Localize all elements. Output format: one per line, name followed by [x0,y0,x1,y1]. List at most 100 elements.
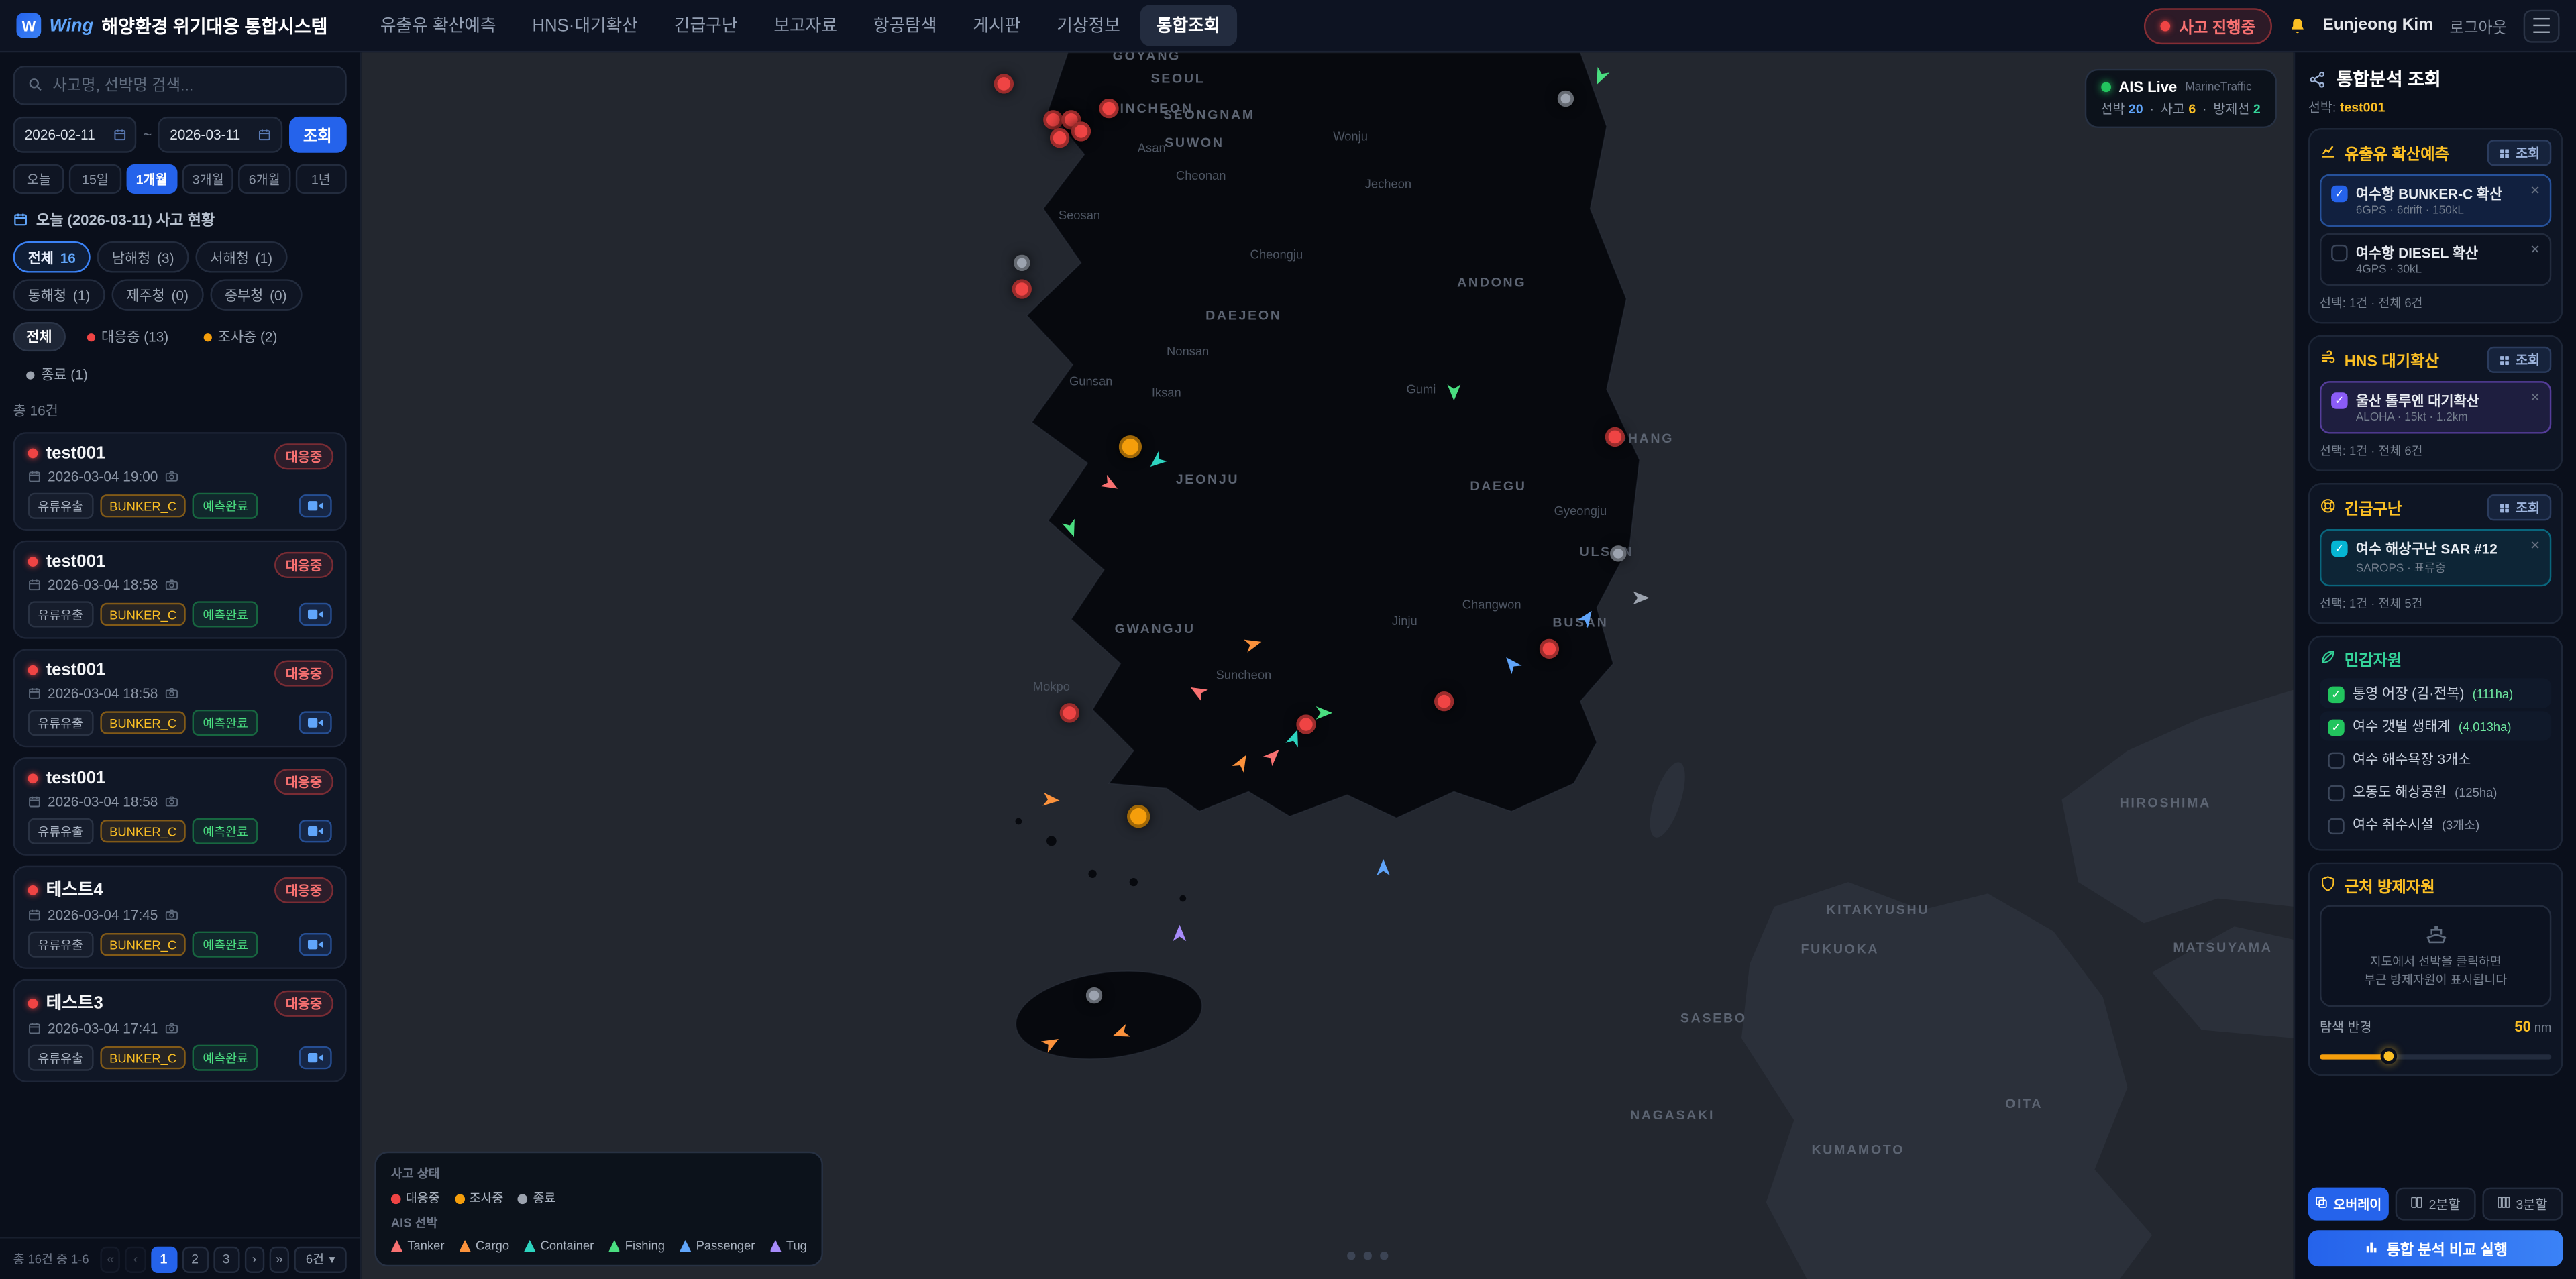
range-button[interactable]: 오늘 [13,164,65,194]
ais-ship-tug[interactable] [1172,925,1187,941]
incident-marker-active[interactable] [1296,714,1316,734]
region-filter-chip[interactable]: 서해청(1) [195,241,287,273]
view-button[interactable]: 3분할 [2482,1188,2563,1221]
ais-ship-tanker[interactable] [1099,474,1121,495]
page-button[interactable]: 2 [182,1246,208,1272]
ais-ship-fishing[interactable] [1590,66,1610,88]
incident-marker-active[interactable] [1434,691,1454,711]
analysis-item[interactable]: ✓울산 톨루엔 대기확산ALOHA · 15kt · 1.2km× [2320,381,2551,433]
incident-marker-survey[interactable] [1119,435,1142,458]
notification-bell-icon[interactable] [2288,15,2306,35]
nav-item[interactable]: 항공탐색 [857,5,953,46]
checkbox[interactable]: ✓ [2328,718,2344,734]
incident-marker-active[interactable] [1043,110,1063,129]
view-button[interactable]: 2분할 [2396,1188,2476,1221]
checkbox[interactable] [2331,245,2347,261]
incident-card[interactable]: 대응중 테스트3 2026-03-04 17:41 유류유출BUNKER_C예측… [13,979,347,1082]
close-icon[interactable]: × [2530,391,2540,407]
menu-button[interactable] [2524,9,2560,42]
spill-query-button[interactable]: 조회 [2487,140,2551,166]
resource-item[interactable]: ✓통영 어장 (김·전복)(111ha) [2320,678,2551,708]
checkbox[interactable]: ✓ [2331,541,2347,557]
checkbox[interactable] [2328,817,2344,833]
radius-slider[interactable] [2320,1047,2551,1063]
incident-card[interactable]: 대응중 test001 2026-03-04 18:58 유류유출BUNKER_… [13,757,347,856]
ais-ship-cargo[interactable] [1110,1023,1131,1043]
incident-card[interactable]: 대응중 test001 2026-03-04 18:58 유류유출BUNKER_… [13,541,347,639]
ais-ship-passenger[interactable] [1376,859,1391,875]
ais-ship-passenger[interactable] [1576,606,1598,628]
incident-marker-active[interactable] [1071,121,1091,141]
ais-ship-tanker[interactable] [1263,744,1285,767]
incident-marker-active[interactable] [1012,279,1032,298]
incident-media-button[interactable] [299,820,332,842]
incident-marker-active[interactable] [994,74,1014,93]
map-area[interactable]: GOYANGSEOULINCHEONSEONGNAMSUWONAsanWonju… [362,52,2294,1279]
incident-marker-active[interactable] [1605,427,1625,447]
ais-ship-container[interactable] [1146,451,1168,473]
ais-ship-passenger[interactable] [1501,653,1523,675]
incident-media-button[interactable] [299,711,332,734]
range-button[interactable]: 6개월 [239,164,290,194]
ais-ship-fishing[interactable] [1446,384,1461,400]
checkbox[interactable]: ✓ [2328,685,2344,702]
date-from-field[interactable] [13,117,137,153]
resource-item[interactable]: ✓여수 갯벌 생태계(4,013ha) [2320,711,2551,740]
date-to-field[interactable] [158,117,282,153]
incident-media-button[interactable] [299,494,332,517]
incident-marker-survey[interactable] [1127,805,1150,828]
first-page-button[interactable]: « [101,1246,121,1272]
status-filter-chip[interactable]: 대응중 (13) [73,322,182,351]
radius-slider-thumb[interactable] [2381,1047,2397,1063]
ais-ship-cargo[interactable] [1232,751,1252,773]
nav-item[interactable]: HNS·대기확산 [516,5,654,46]
nav-item[interactable]: 게시판 [957,5,1037,46]
region-filter-chip[interactable]: 전체16 [13,241,91,273]
ais-ship-fishing[interactable] [1061,518,1081,539]
nav-item[interactable]: 기상정보 [1040,5,1137,46]
resource-item[interactable]: 오동도 해상공원(125ha) [2320,777,2551,806]
checkbox[interactable] [2328,751,2344,767]
region-filter-chip[interactable]: 남해청(3) [97,241,189,273]
incident-media-button[interactable] [299,933,332,956]
status-filter-chip[interactable]: 조사중 (2) [190,322,290,351]
run-analysis-button[interactable]: 통합 분석 비교 실행 [2308,1230,2563,1266]
prev-page-button[interactable]: ‹ [125,1246,146,1272]
incident-marker-closed[interactable] [1014,255,1030,271]
resource-item[interactable]: 여수 해수욕장 3개소 [2320,744,2551,773]
status-filter-chip[interactable]: 전체 [13,322,65,351]
checkbox[interactable]: ✓ [2331,392,2347,408]
close-icon[interactable]: × [2530,243,2540,259]
incident-marker-active[interactable] [1050,128,1069,148]
checkbox[interactable]: ✓ [2331,186,2347,202]
incident-card[interactable]: 대응중 test001 2026-03-04 19:00 유류유출BUNKER_… [13,432,347,531]
close-icon[interactable]: × [2530,539,2540,555]
last-page-button[interactable]: » [269,1246,289,1272]
next-page-button[interactable]: › [244,1246,264,1272]
region-filter-chip[interactable]: 제주청(0) [111,279,203,311]
hns-query-button[interactable]: 조회 [2487,347,2551,373]
date-from-input[interactable] [25,127,113,143]
search-input[interactable] [52,76,331,95]
incident-marker-active[interactable] [1099,99,1118,118]
incident-media-button[interactable] [299,1046,332,1069]
nav-item[interactable]: 통합조회 [1140,5,1236,46]
logout-button[interactable]: 로그아웃 [2450,14,2508,37]
incident-card[interactable]: 대응중 테스트4 2026-03-04 17:45 유류유출BUNKER_C예측… [13,866,347,969]
incident-card[interactable]: 대응중 test001 2026-03-04 18:58 유류유출BUNKER_… [13,649,347,747]
ais-live-chip[interactable]: AIS LiveMarineTraffic 선박 20·사고 6·방제선 2 [2084,69,2277,128]
nav-item[interactable]: 보고자료 [757,5,854,46]
view-button[interactable]: 오버레이 [2308,1188,2389,1221]
page-size-select[interactable]: 6건▾ [294,1246,347,1272]
range-button[interactable]: 3개월 [182,164,234,194]
incident-marker-closed[interactable] [1086,987,1102,1003]
page-button[interactable]: 3 [213,1246,239,1272]
page-button[interactable]: 1 [150,1246,176,1272]
date-to-input[interactable] [170,127,258,143]
incident-marker-closed[interactable] [1610,545,1626,561]
incident-marker-active[interactable] [1060,703,1079,722]
incident-marker-closed[interactable] [1558,91,1574,107]
range-button[interactable]: 1년 [295,164,347,194]
nav-item[interactable]: 유출유 확산예측 [364,5,513,46]
resource-item[interactable]: 여수 취수시설(3개소) [2320,810,2551,839]
